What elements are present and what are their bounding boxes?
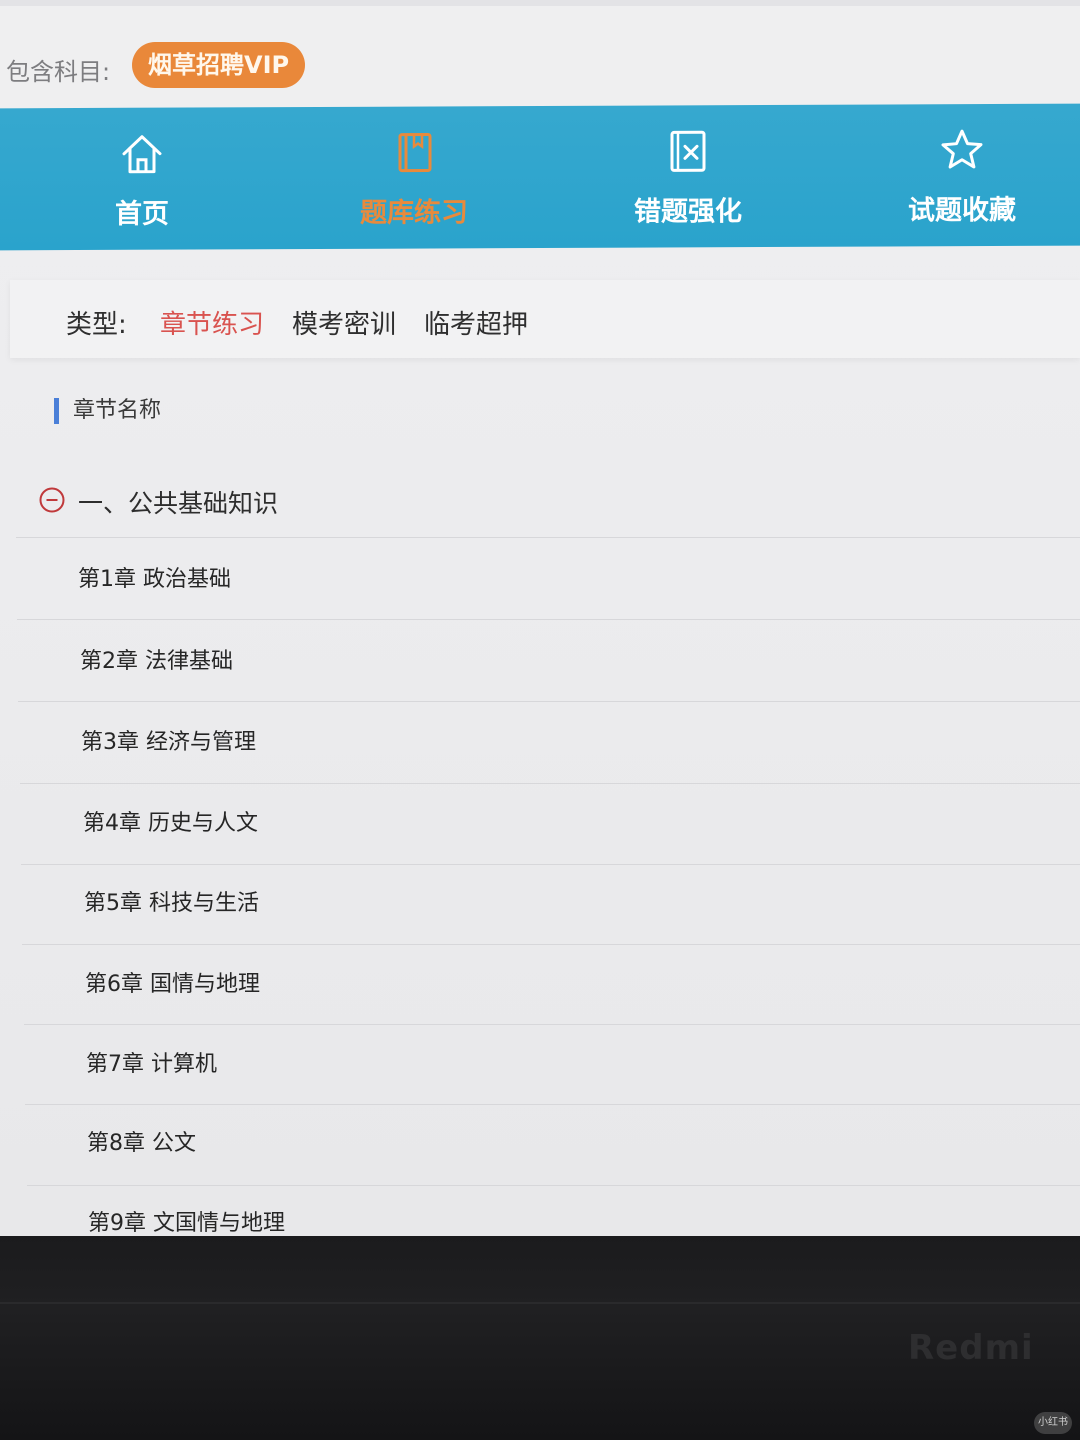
watermark: 小红书: [1034, 1412, 1072, 1434]
chapter-item-8[interactable]: 第8章 公文: [87, 1104, 1080, 1184]
nav-item-home[interactable]: 首页: [42, 107, 242, 250]
chapter-item-2[interactable]: 第2章 法律基础: [80, 622, 1080, 702]
chapter-item-4[interactable]: 第4章 历史与人文: [83, 784, 1080, 864]
subject-tag[interactable]: 烟草招聘VIP: [132, 42, 306, 88]
chapter-item-5[interactable]: 第5章 科技与生活: [84, 864, 1080, 944]
nav-label-question-bank: 题库练习: [360, 197, 468, 229]
type-option-mock-exam[interactable]: 模考密训: [292, 304, 396, 341]
type-option-chapter-practice[interactable]: 章节练习: [160, 304, 264, 341]
device-bezel: Redmi: [0, 1236, 1080, 1440]
chapter-item-6[interactable]: 第6章 国情与地理: [85, 945, 1080, 1025]
subject-label: 包含科目:: [6, 58, 111, 86]
star-icon: [941, 129, 983, 169]
app-screen: 包含科目: 烟草招聘VIP 首页 题库练习 错题强化 试题收藏 类型: 章节练习…: [0, 0, 1080, 1236]
subject-bar: 包含科目: 烟草招聘VIP: [0, 0, 1080, 110]
nav-label-home: 首页: [115, 198, 169, 230]
chapter-item-3[interactable]: 第3章 经济与管理: [81, 703, 1080, 783]
divider: [17, 619, 1080, 620]
collapse-minus-icon[interactable]: [38, 486, 66, 514]
book-icon: [398, 132, 432, 173]
divider: [18, 701, 1080, 702]
section-title: 章节名称: [54, 398, 161, 424]
chapter-item-1[interactable]: 第1章 政治基础: [78, 540, 1078, 620]
nav-item-favorites[interactable]: 试题收藏: [862, 104, 1062, 247]
home-icon: [122, 135, 162, 174]
wrong-question-icon: [670, 130, 706, 172]
type-option-final-prediction[interactable]: 临考超押: [424, 304, 528, 341]
nav-label-wrong-questions: 错题强化: [634, 196, 742, 228]
divider: [16, 537, 1080, 538]
nav-label-favorites: 试题收藏: [908, 194, 1016, 227]
chapter-item-7[interactable]: 第7章 计算机: [86, 1025, 1080, 1105]
chapter-item-9[interactable]: 第9章 文国情与地理: [88, 1184, 1080, 1236]
type-filter-bar: 类型: 章节练习 模考密训 临考超押: [10, 280, 1080, 358]
type-filter-label: 类型:: [66, 310, 127, 340]
nav-item-wrong-questions[interactable]: 错题强化: [588, 105, 788, 248]
bezel-edge: [0, 1302, 1080, 1304]
device-brand-logo: Redmi: [908, 1328, 1034, 1368]
chapter-group-title: 一、公共基础知识: [78, 489, 279, 518]
main-nav: 首页 题库练习 错题强化 试题收藏: [0, 103, 1080, 251]
nav-item-question-bank[interactable]: 题库练习: [314, 106, 514, 249]
